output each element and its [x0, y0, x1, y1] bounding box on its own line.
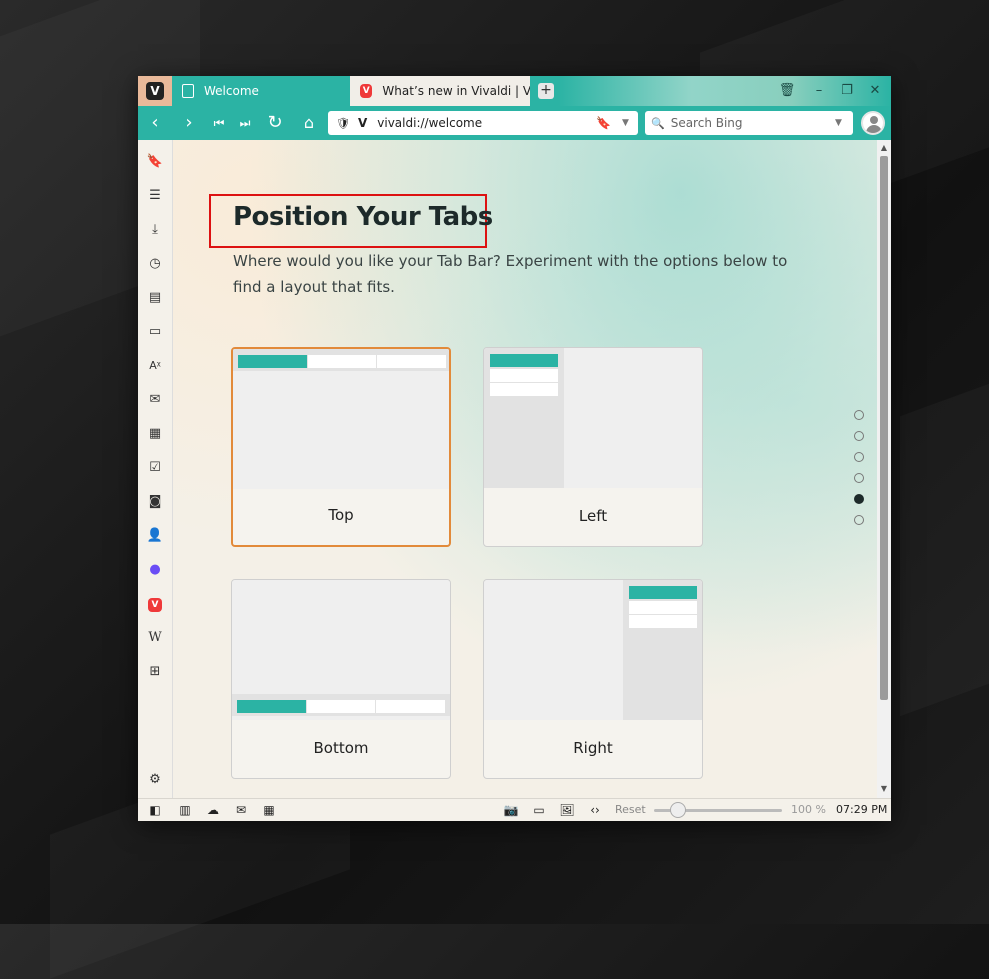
shield-icon[interactable]: 🛡 [336, 117, 350, 130]
contacts-icon[interactable]: 👤 [146, 527, 164, 545]
side-panel: 🔖 ☰ ⤓ ◷ ▤ ▭ Aᵡ ✉ ▦ ☑ ◙ 👤 ● V W ⊞ ⚙ [138, 140, 173, 798]
scrollbar-thumb[interactable] [880, 156, 888, 700]
left-layout-preview [484, 348, 702, 488]
tab-whats-new[interactable]: V What’s new in Vivaldi | Viva [350, 76, 530, 106]
panel-toggle-icon[interactable]: ◧ [146, 802, 164, 818]
bottom-layout-preview [232, 580, 450, 720]
translate-icon[interactable]: Aᵡ [146, 357, 164, 375]
notes-icon[interactable]: ▤ [146, 289, 164, 307]
chevron-down-icon[interactable]: ▼ [835, 118, 842, 128]
tab-position-top-option[interactable]: Top [231, 347, 451, 547]
vivaldi-icon: V [360, 84, 373, 98]
tab-tiling-icon[interactable]: ▥ [176, 802, 194, 818]
zoom-level: 100 % [791, 803, 826, 816]
minimize-button[interactable]: – [808, 81, 830, 101]
step-dot-4[interactable] [854, 473, 864, 483]
bookmarks-icon[interactable]: 🔖 [146, 153, 164, 171]
settings-gear-icon[interactable]: ⚙ [146, 771, 164, 789]
capture-camera-icon[interactable]: 📷 [502, 802, 520, 818]
profile-avatar[interactable] [861, 111, 885, 135]
search-placeholder: Search Bing [670, 116, 743, 130]
bookmark-icon[interactable]: 🔖 [596, 116, 611, 130]
sync-cloud-icon[interactable]: ☁ [204, 802, 222, 818]
mastodon-icon[interactable]: ● [146, 561, 164, 579]
zoom-slider-handle[interactable] [670, 802, 686, 818]
page-actions-icon[interactable]: ‹› [586, 802, 604, 818]
add-panel-icon[interactable]: ⊞ [146, 663, 164, 681]
search-icon: 🔍 [651, 116, 665, 130]
rewind-button[interactable]: ⏮ [208, 112, 230, 134]
tab-position-right-option[interactable]: Right [483, 579, 703, 779]
page-tiling-icon[interactable]: ▭ [530, 802, 548, 818]
history-icon[interactable]: ◷ [146, 255, 164, 273]
zoom-reset-button[interactable]: Reset [615, 803, 646, 816]
welcome-page: Position Your Tabs Where would you like … [173, 140, 877, 798]
window-panel-icon[interactable]: ▭ [146, 323, 164, 341]
browser-window: V Welcome V What’s new in Vivaldi | Viva… [138, 76, 891, 821]
option-label: Right [573, 739, 613, 757]
step-dot-3[interactable] [854, 452, 864, 462]
vivaldi-panel-icon[interactable]: V [146, 595, 164, 613]
reading-list-icon[interactable]: ☰ [146, 187, 164, 205]
mail-status-icon[interactable]: ✉ [232, 802, 250, 818]
mail-icon[interactable]: ✉ [146, 391, 164, 409]
tasks-icon[interactable]: ☑ [146, 459, 164, 477]
close-button[interactable]: ✕ [864, 81, 886, 101]
clock[interactable]: 07:29 PM [836, 803, 887, 816]
tab-position-left-option[interactable]: Left [483, 347, 703, 547]
tab-welcome[interactable]: Welcome [172, 76, 350, 106]
step-dot-6[interactable] [854, 515, 864, 525]
option-label: Left [578, 507, 608, 525]
url-text: vivaldi://welcome [377, 116, 483, 130]
calendar-icon[interactable]: ▦ [146, 425, 164, 443]
scroll-up-arrow[interactable]: ▲ [879, 143, 889, 153]
status-bar: ◧ ▥ ☁ ✉ ▦ 📷 ▭ 🖼 ‹› Reset 100 % 07:29 PM [138, 798, 891, 821]
option-label: Bottom [313, 739, 369, 757]
new-tab-button[interactable]: + [538, 83, 554, 99]
back-button[interactable]: ‹ [144, 112, 166, 134]
forward-button[interactable]: › [178, 112, 200, 134]
step-dot-1[interactable] [854, 410, 864, 420]
tab-bar: V Welcome V What’s new in Vivaldi | Viva… [138, 76, 891, 106]
feeds-icon[interactable]: ◙ [146, 493, 164, 511]
downloads-icon[interactable]: ⤓ [146, 221, 164, 239]
right-layout-preview [484, 580, 702, 720]
vivaldi-menu-button[interactable]: V [138, 76, 172, 106]
home-button[interactable]: ⌂ [298, 112, 320, 134]
wikipedia-icon[interactable]: W [146, 629, 164, 647]
fast-forward-button[interactable]: ⏭ [234, 112, 256, 134]
search-field[interactable]: 🔍 Search Bing ▼ [645, 111, 853, 135]
maximize-button[interactable]: ❐ [836, 81, 858, 101]
scroll-down-arrow[interactable]: ▼ [879, 784, 889, 794]
chevron-down-icon[interactable]: ▼ [622, 118, 629, 128]
images-icon[interactable]: 🖼 [558, 802, 576, 818]
option-label: Top [328, 506, 354, 524]
tab-title: Welcome [204, 84, 259, 98]
page-scrollbar[interactable]: ▲ ▼ [877, 140, 891, 798]
address-bar: ‹ › ⏮ ⏭ ↻ ⌂ 🛡 V vivaldi://welcome 🔖 ▼ 🔍 … [138, 106, 891, 140]
step-dot-5[interactable] [854, 494, 864, 504]
tab-position-bottom-option[interactable]: Bottom [231, 579, 451, 779]
page-title: Position Your Tabs [233, 202, 493, 232]
calendar-status-icon[interactable]: ▦ [260, 802, 278, 818]
page-description: Where would you like your Tab Bar? Exper… [233, 252, 788, 296]
vivaldi-v-icon: V [357, 116, 368, 130]
vivaldi-logo-icon: V [146, 82, 164, 100]
reload-button[interactable]: ↻ [264, 112, 286, 134]
tab-title: What’s new in Vivaldi | Viva [382, 84, 530, 98]
document-icon [182, 84, 194, 98]
step-dot-2[interactable] [854, 431, 864, 441]
top-layout-preview [233, 349, 449, 489]
url-field[interactable]: 🛡 V vivaldi://welcome 🔖 ▼ [328, 111, 638, 135]
trash-icon[interactable]: 🗑 [776, 81, 798, 101]
